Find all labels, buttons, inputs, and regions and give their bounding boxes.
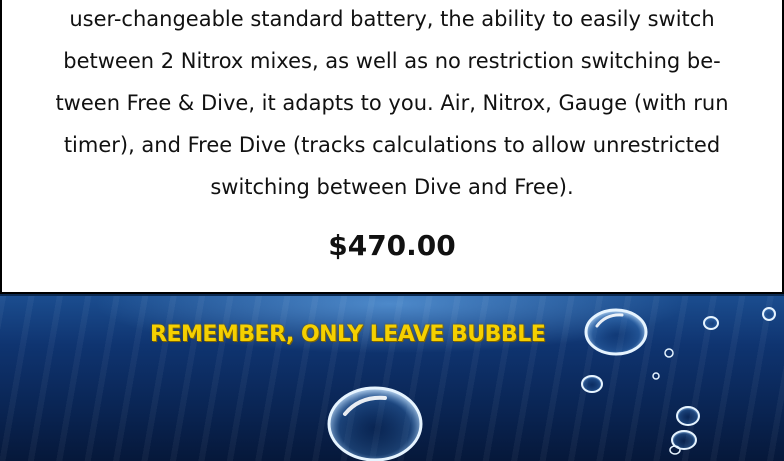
product-description: user-changeable standard battery, the ab… xyxy=(8,0,776,208)
product-price: $470.00 xyxy=(328,229,456,262)
description-line: between 2 Nitrox mixes, as well as no re… xyxy=(63,49,721,73)
description-line: tween Free & Dive, it adapts to you. Air… xyxy=(55,91,729,115)
product-page: user-changeable standard battery, the ab… xyxy=(0,0,784,461)
bubbles-decoration xyxy=(327,307,776,461)
bubble-icon xyxy=(676,406,700,426)
description-line: timer), and Free Dive (tracks calculatio… xyxy=(63,133,721,157)
underwater-banner: REMEMBER, ONLY LEAVE BUBBLE xyxy=(0,296,784,461)
bubble-icon xyxy=(762,307,776,321)
bubble-icon xyxy=(664,348,674,358)
bubble-icon xyxy=(584,308,648,356)
bubble-icon xyxy=(703,316,719,330)
description-line: switching between Dive and Free). xyxy=(210,175,574,199)
bubble-icon xyxy=(581,375,603,393)
bubble-icon xyxy=(327,386,423,461)
description-line: user-changeable standard battery, the ab… xyxy=(69,7,715,31)
product-description-box: user-changeable standard battery, the ab… xyxy=(0,0,784,294)
bubble-icon xyxy=(652,372,660,380)
